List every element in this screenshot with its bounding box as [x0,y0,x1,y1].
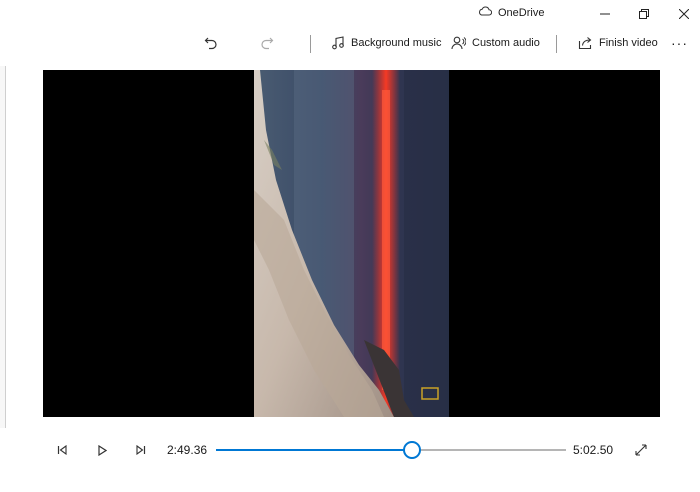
video-frame [254,70,449,417]
custom-audio-icon [451,36,466,50]
cloud-icon [478,6,493,19]
playback-controls: 2:49.36 5:02.50 [0,432,700,468]
seek-bar[interactable] [216,441,566,459]
previous-frame-button[interactable] [52,440,72,460]
undo-icon [204,37,217,50]
skip-back-icon [57,445,67,455]
next-frame-button[interactable] [131,440,151,460]
onedrive-status[interactable]: OneDrive [478,6,544,19]
seek-bar-progress [216,449,413,451]
editor-toolbar: Background music Custom audio Finish vid… [0,28,700,58]
more-options-button[interactable]: ··· [671,33,688,53]
close-button[interactable] [672,4,696,24]
play-icon [98,444,107,456]
custom-audio-label: Custom audio [472,37,540,49]
onedrive-label: OneDrive [498,6,545,19]
undo-button[interactable] [199,31,223,55]
restore-button[interactable] [632,4,656,24]
custom-audio-button[interactable]: Custom audio [451,33,540,53]
restore-icon [639,9,649,19]
redo-icon [261,37,274,50]
finish-video-label: Finish video [599,37,658,49]
share-export-icon [578,37,592,50]
storyboard-panel-edge [0,66,6,428]
background-music-label: Background music [351,37,442,49]
finish-video-button[interactable]: Finish video [578,33,658,53]
minimize-button[interactable] [593,4,617,24]
video-preview[interactable] [43,70,660,417]
expand-icon [635,444,647,456]
music-note-icon [332,36,344,50]
seek-bar-thumb[interactable] [403,441,422,459]
redo-button[interactable] [255,31,279,55]
close-icon [679,9,689,19]
toolbar-divider [310,35,311,53]
toolbar-divider [556,35,557,53]
skip-forward-icon [136,445,146,455]
minimize-icon [600,13,610,15]
background-music-button[interactable]: Background music [331,33,442,53]
play-button[interactable] [92,440,112,460]
total-time: 5:02.50 [573,443,614,457]
fullscreen-button[interactable] [631,440,651,460]
title-bar: OneDrive [0,0,700,28]
current-time: 2:49.36 [167,443,208,457]
